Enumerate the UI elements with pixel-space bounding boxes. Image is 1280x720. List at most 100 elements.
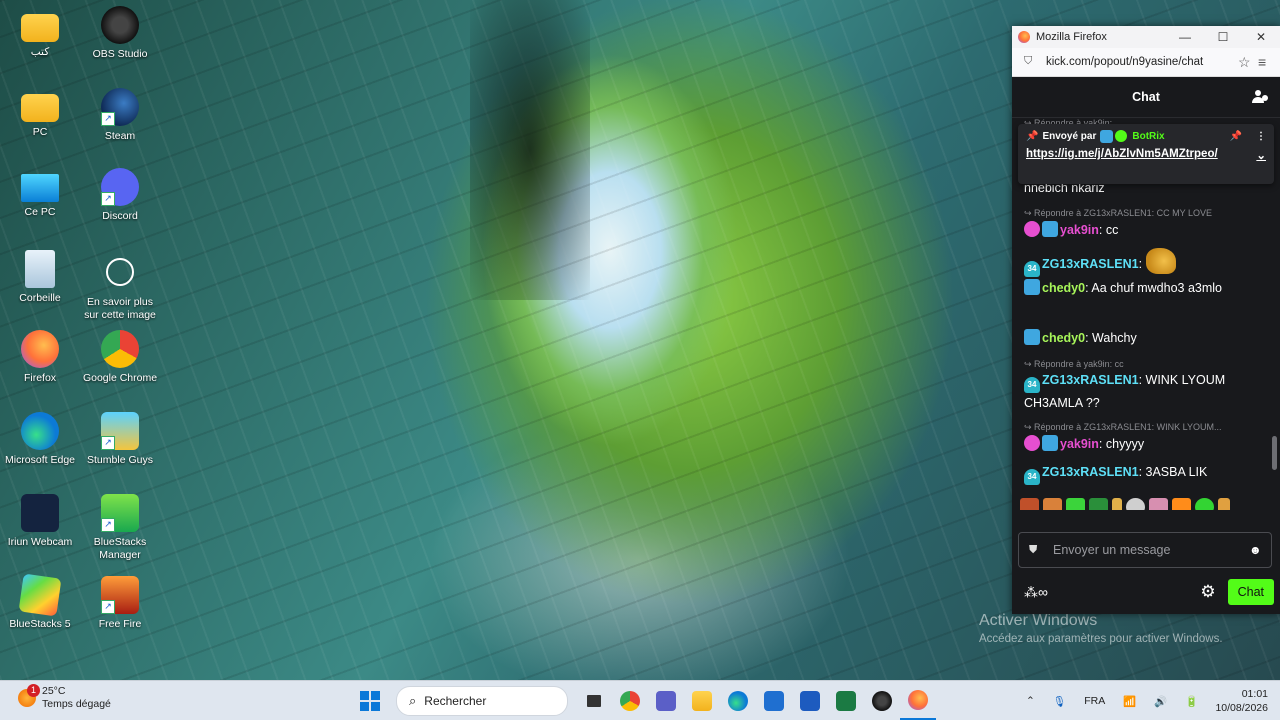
- reply-reference: ↪ Répondre à ZG13xRASLEN1: WINK LYOUM...: [1024, 422, 1222, 432]
- desktop-icon-pc[interactable]: PC: [0, 88, 80, 139]
- reply-reference: ↪ Répondre à yak9in: cc: [1024, 359, 1124, 369]
- chat-header: Chat: [1012, 77, 1280, 118]
- desktop-icon-iriun-webcam[interactable]: Iriun Webcam: [0, 494, 80, 549]
- unpin-icon[interactable]: 📌: [1230, 131, 1242, 142]
- message-input-box[interactable]: ⛊ ☻: [1018, 532, 1272, 568]
- emote-icon[interactable]: [1195, 498, 1214, 510]
- taskbar-excel[interactable]: [828, 681, 864, 720]
- weather-text: 25°C Temps dégagé: [42, 685, 111, 711]
- steam-icon: ↗: [101, 88, 139, 126]
- desktop-icon-stumble-guys[interactable]: ↗ Stumble Guys: [80, 412, 160, 467]
- recycle-bin-icon: [25, 250, 55, 288]
- emote-icon[interactable]: [1218, 498, 1230, 510]
- clock[interactable]: 01:01 10/08/2026: [1215, 687, 1268, 715]
- chat-username[interactable]: yak9in: [1060, 437, 1099, 451]
- clock-time: 01:01: [1241, 688, 1268, 700]
- desktop-icon-label: كتب: [30, 46, 50, 58]
- emote-icon[interactable]: [1149, 498, 1168, 510]
- chat-username[interactable]: ZG13xRASLEN1: [1042, 373, 1139, 387]
- desktop-icon-google-chrome[interactable]: Google Chrome: [80, 330, 160, 385]
- weather-widget[interactable]: 1 25°C Temps dégagé: [18, 684, 111, 711]
- taskbar-edge[interactable]: [720, 681, 756, 720]
- desktop-icon-label: Discord: [102, 210, 138, 222]
- desktop-icon-bluestacks-5[interactable]: BlueStacks 5: [0, 573, 80, 631]
- start-button[interactable]: [352, 681, 388, 720]
- users-settings-icon[interactable]: [1252, 89, 1268, 103]
- taskbar-search[interactable]: ⌕ Rechercher: [396, 686, 568, 716]
- kick-points-icon[interactable]: ⁂∞: [1024, 584, 1200, 601]
- chat-username[interactable]: chedy0: [1042, 331, 1085, 345]
- desktop-icon-en-savoir-plus[interactable]: En savoir plus sur cette image: [80, 252, 160, 322]
- taskbar-file-explorer[interactable]: [684, 681, 720, 720]
- desktop-icon-microsoft-edge[interactable]: Microsoft Edge: [0, 412, 80, 467]
- language-indicator[interactable]: FRA: [1084, 695, 1105, 707]
- desktop-icon-obs-studio[interactable]: OBS Studio: [80, 6, 160, 61]
- chat-scrollbar[interactable]: [1272, 436, 1277, 470]
- desktop-icon-corbeille[interactable]: Corbeille: [0, 250, 80, 305]
- microphone-icon[interactable]: 🎙: [1053, 695, 1066, 708]
- emote-icon[interactable]: [1126, 498, 1145, 510]
- taskbar-word[interactable]: [792, 681, 828, 720]
- hamburger-menu-icon[interactable]: ≡: [1258, 54, 1280, 70]
- window-titlebar[interactable]: Mozilla Firefox — ☐ ✕: [1012, 26, 1280, 48]
- bookmark-star-icon[interactable]: ☆: [1238, 54, 1258, 71]
- vip-badge-icon: [1100, 129, 1114, 143]
- address-bar[interactable]: ⛉ kick.com/popout/n9yasine/chat ☆ ≡: [1012, 48, 1280, 77]
- close-button[interactable]: ✕: [1242, 30, 1280, 44]
- gear-icon[interactable]: ⚙: [1200, 582, 1215, 602]
- tracking-shield-icon[interactable]: ⛉: [1024, 55, 1036, 69]
- desktop-icon-steam[interactable]: ↗ Steam: [80, 88, 160, 143]
- taskbar-teams[interactable]: [648, 681, 684, 720]
- emote-icon[interactable]: [1172, 498, 1191, 510]
- desktop-icon-bluestacks-manager[interactable]: ↗ BlueStacks Manager: [80, 494, 160, 562]
- chevron-up-icon[interactable]: ⌃: [1026, 695, 1035, 707]
- battery-icon[interactable]: 🔋: [1185, 695, 1198, 708]
- desktop-icon-ce-pc[interactable]: Ce PC: [0, 170, 80, 219]
- task-view-icon: [587, 695, 601, 707]
- discord-icon: ↗: [101, 168, 139, 206]
- taskbar-firefox[interactable]: [900, 681, 936, 720]
- desktop-icon-free-fire[interactable]: ↗ Free Fire: [80, 576, 160, 631]
- pinned-message[interactable]: 📌 Envoyé par BotRix 📌 ⋮ https://ig.me/j/…: [1018, 124, 1274, 184]
- chat-message: yak9in: cc: [1024, 220, 1270, 240]
- more-options-icon[interactable]: ⋮: [1256, 131, 1266, 142]
- reply-reference: ↪ Répondre à ZG13xRASLEN1: CC MY LOVE: [1024, 208, 1212, 218]
- minimize-button[interactable]: —: [1166, 30, 1204, 44]
- taskbar-task-view[interactable]: [576, 681, 612, 720]
- emote-icon[interactable]: [1020, 498, 1039, 510]
- wifi-icon[interactable]: 📶: [1123, 695, 1136, 708]
- emote-icon[interactable]: [1043, 498, 1062, 510]
- desktop-icon-label: Steam: [104, 130, 136, 142]
- emoji-picker-icon[interactable]: ☻: [1249, 543, 1271, 557]
- edge-icon: [728, 691, 748, 711]
- desktop-icon-label: BlueStacks 5: [9, 618, 71, 630]
- pinned-link[interactable]: https://ig.me/j/AbZlvNm5AMZtrpeo/: [1026, 148, 1218, 162]
- chat-messages-area[interactable]: 📌 Envoyé par BotRix 📌 ⋮ https://ig.me/j/…: [1012, 118, 1280, 510]
- desktop-icon-label: Free Fire: [98, 618, 142, 630]
- info-camera-icon: [106, 258, 134, 286]
- search-label: Rechercher: [424, 694, 487, 708]
- emote-icon[interactable]: [1112, 498, 1122, 510]
- chrome-icon: [620, 691, 640, 711]
- shortcut-arrow-icon: ↗: [101, 518, 115, 532]
- taskbar-obs[interactable]: [864, 681, 900, 720]
- chat-username[interactable]: ZG13xRASLEN1: [1042, 465, 1139, 479]
- chat-username[interactable]: ZG13xRASLEN1: [1042, 257, 1139, 271]
- desktop-icon-kutub[interactable]: كتب: [0, 8, 80, 59]
- excel-icon: [836, 691, 856, 711]
- emote-icon[interactable]: [1066, 498, 1085, 510]
- chevron-down-icon[interactable]: ⌄: [1256, 148, 1266, 162]
- chat-username[interactable]: yak9in: [1060, 223, 1099, 237]
- message-input[interactable]: [1051, 542, 1249, 558]
- maximize-button[interactable]: ☐: [1204, 30, 1242, 44]
- url-text[interactable]: kick.com/popout/n9yasine/chat: [1046, 56, 1238, 68]
- desktop-icon-discord[interactable]: ↗ Discord: [80, 168, 160, 223]
- taskbar-store[interactable]: [756, 681, 792, 720]
- taskbar-chrome[interactable]: [612, 681, 648, 720]
- emote-icon[interactable]: [1089, 498, 1108, 510]
- desktop-icon-firefox[interactable]: Firefox: [0, 330, 80, 385]
- chat-username[interactable]: chedy0: [1042, 281, 1085, 295]
- volume-icon[interactable]: 🔊: [1154, 695, 1167, 708]
- send-chat-button[interactable]: Chat: [1227, 579, 1274, 605]
- desktop-icon-label: Google Chrome: [82, 372, 158, 384]
